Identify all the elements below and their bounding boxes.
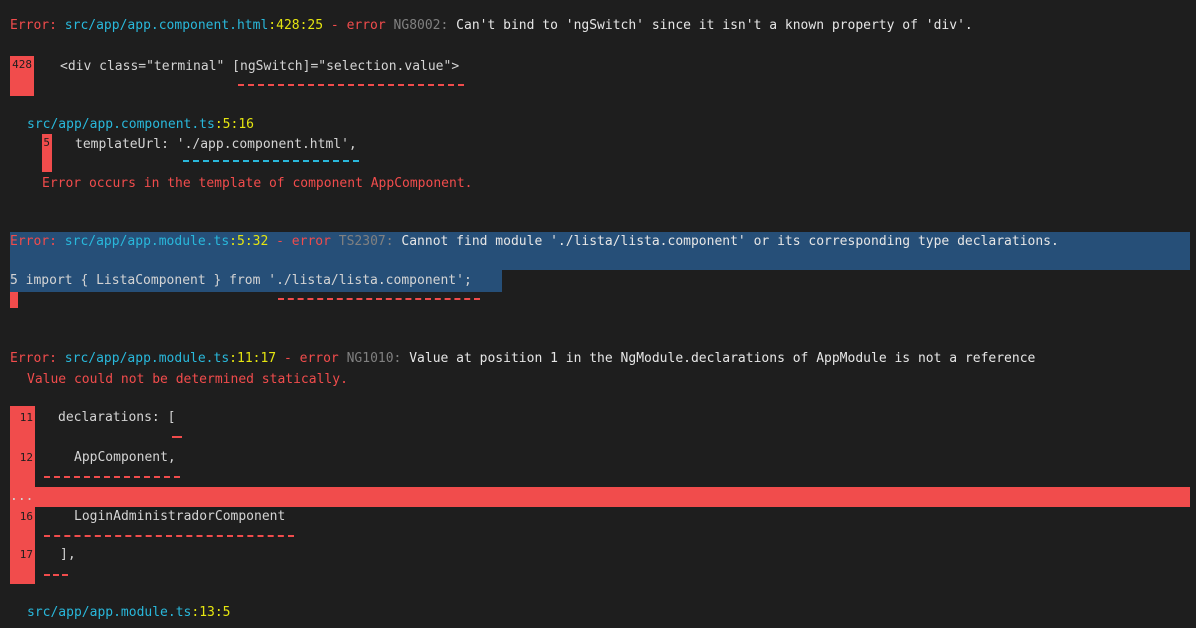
code-snippet-line: 5 import { ListaComponent } from './list… bbox=[10, 272, 472, 290]
error-line-ts2307: Error: src/app/app.module.ts:5:32 - erro… bbox=[10, 233, 1059, 251]
line-number: 5 bbox=[43, 136, 50, 149]
error-message: Value at position 1 in the NgModule.decl… bbox=[401, 351, 1036, 366]
error-separator: - error bbox=[323, 18, 394, 33]
error-line-ng8002: Error: src/app/app.component.html:428:25… bbox=[10, 17, 973, 35]
related-underline bbox=[183, 160, 359, 162]
error-note: Value could not be determined statically… bbox=[27, 372, 348, 387]
code-snippet: AppComponent, bbox=[74, 450, 176, 465]
error-prefix: Error: bbox=[10, 18, 57, 33]
error-message: Can't bind to 'ngSwitch' since it isn't … bbox=[448, 18, 973, 33]
code-snippet: declarations: [ bbox=[58, 410, 176, 425]
code-snippet: ], bbox=[60, 547, 76, 562]
line-number: 428 bbox=[12, 58, 32, 71]
line-number-gutter: 428 bbox=[10, 56, 34, 96]
error-line-ng1010: Error: src/app/app.module.ts:11:17 - err… bbox=[10, 350, 1035, 368]
error-range-highlight bbox=[35, 487, 1190, 507]
related-info-line: src/app/app.component.ts:5:16 bbox=[27, 116, 254, 134]
line-number: 11 bbox=[19, 411, 33, 424]
related-location: :5:16 bbox=[214, 117, 254, 132]
error-message: Cannot find module './lista/lista.compon… bbox=[393, 234, 1059, 249]
error-file-link[interactable]: src/app/app.module.ts bbox=[65, 234, 229, 249]
code-snippet: import { ListaComponent } from './lista/… bbox=[25, 273, 472, 288]
related-location: :13:5 bbox=[191, 605, 231, 620]
line-number-gutter bbox=[10, 292, 18, 308]
error-underline bbox=[278, 298, 480, 300]
error-code: NG1010: bbox=[346, 351, 402, 366]
error-file-link[interactable]: src/app/app.module.ts bbox=[65, 351, 229, 366]
related-info-line: src/app/app.module.ts:13:5 bbox=[27, 604, 231, 622]
line-number: 17 bbox=[19, 548, 33, 561]
error-underline bbox=[238, 84, 464, 86]
line-number: 16 bbox=[19, 510, 33, 523]
code-snippet: templateUrl: './app.component.html', bbox=[75, 137, 357, 152]
error-location: :428:25 bbox=[268, 18, 324, 33]
error-prefix: Error: bbox=[10, 351, 57, 366]
error-code: TS2307: bbox=[338, 234, 394, 249]
code-snippet: <div class="terminal" [ngSwitch]="select… bbox=[60, 59, 460, 74]
related-file-link[interactable]: src/app/app.component.ts bbox=[27, 117, 215, 132]
error-file-link[interactable]: src/app/app.component.html bbox=[65, 18, 269, 33]
error-code: NG8002: bbox=[393, 18, 449, 33]
error-underline bbox=[44, 476, 180, 478]
error-separator: - error bbox=[268, 234, 339, 249]
error-underline bbox=[44, 535, 294, 537]
error-location: :5:32 bbox=[229, 234, 269, 249]
code-snippet: LoginAdministradorComponent bbox=[74, 509, 286, 524]
ellipsis: ... bbox=[10, 489, 34, 504]
error-location: :11:17 bbox=[229, 351, 277, 366]
error-underline bbox=[44, 574, 68, 576]
related-file-link[interactable]: src/app/app.module.ts bbox=[27, 605, 191, 620]
line-number: 12 bbox=[19, 451, 33, 464]
error-separator: - error bbox=[276, 351, 347, 366]
error-underline bbox=[172, 436, 182, 438]
error-prefix: Error: bbox=[10, 234, 57, 249]
line-number-gutter: 5 bbox=[42, 134, 52, 172]
line-number: 5 bbox=[10, 273, 18, 288]
error-note: Error occurs in the template of componen… bbox=[42, 176, 473, 191]
